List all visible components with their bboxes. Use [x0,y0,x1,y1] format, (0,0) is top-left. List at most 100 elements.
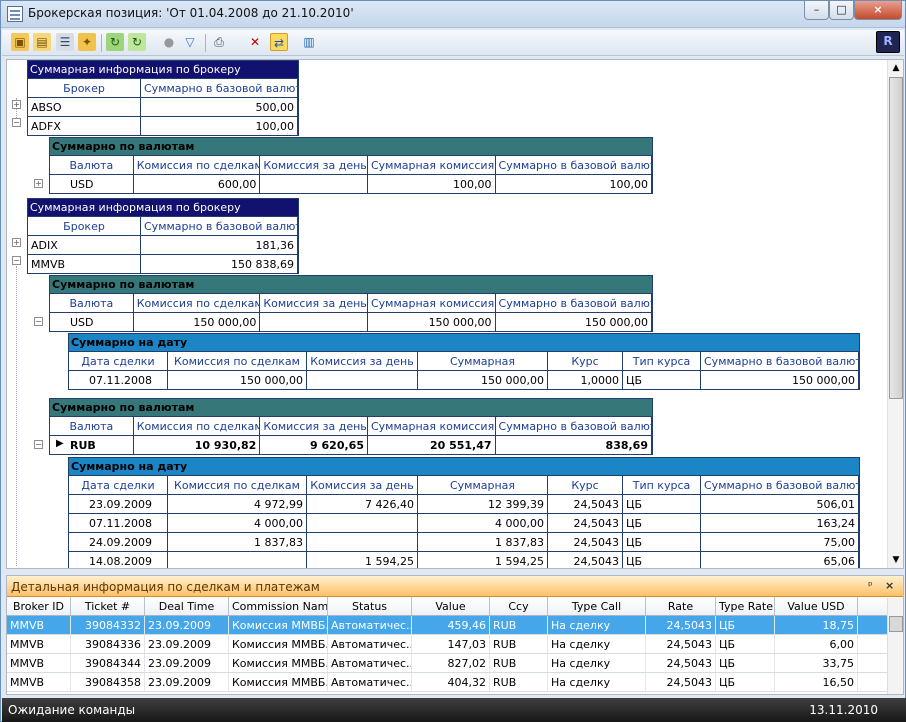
column-currency[interactable]: Валюта [50,417,134,435]
column-base-sum[interactable]: Суммарно в базовой валюте [701,476,859,494]
column-rate[interactable]: Курс [548,352,623,370]
column-type-call[interactable]: Type Call [548,597,646,615]
column-total-commission[interactable]: Суммарная комиссия [368,417,496,435]
detail-vertical-scrollbar[interactable] [887,598,903,694]
main-window: Брокерская позиция: 'От 01.04.2008 до 21… [0,0,906,722]
currency-summary-title: Суммарно по валютам [50,138,652,155]
date-row[interactable]: 14.08.2009 1 594,25 1 594,25 24,5043 ЦБ 65,06 [69,551,859,568]
main-vertical-scrollbar[interactable]: ▲ ▼ [887,60,903,568]
close-button[interactable]: × [854,1,902,20]
column-deal-date[interactable]: Дата сделки [69,352,168,370]
detail-row[interactable]: MMVB 39084344 23.09.2009 Комиссия ММВБ... Ав… [7,654,903,673]
column-base-currency[interactable]: Суммарно в базовой валюте [496,156,652,174]
expand-icon[interactable]: + [34,179,43,188]
collapse-icon[interactable]: − [34,317,43,326]
column-broker-id[interactable]: Broker ID [7,597,71,615]
scroll-thumb[interactable] [889,616,903,632]
currency-summary-title: Суммарно по валютам [50,399,652,416]
column-trade-commission[interactable]: Комиссия по сделкам [168,476,307,494]
clear-filter-icon[interactable]: ✕ [246,33,264,51]
column-deal-time[interactable]: Deal Time [145,597,229,615]
broker-row-abso[interactable]: ABSO 500,00 [28,97,298,116]
group-icon[interactable]: ⇄ [270,33,288,51]
app-grid-icon [7,6,23,22]
R-icon[interactable]: R [876,31,900,53]
broker-row-adfx[interactable]: ADFX 100,00 [28,116,298,135]
expand-icon[interactable]: + [12,100,21,109]
stop-icon[interactable]: ● [160,33,178,51]
column-base-sum[interactable]: Суммарно в базовой валюте [701,352,859,370]
column-broker[interactable]: Брокер [28,217,141,235]
column-value[interactable]: Value [412,597,490,615]
detail-row[interactable]: MMVB 39084358 23.09.2009 Комиссия ММВБ... Ав… [7,673,903,692]
refresh-dropdown-icon[interactable]: ↻ [128,33,146,51]
date-row[interactable]: 07.11.2008 4 000,00 4 000,00 24,5043 ЦБ 163,2… [69,513,859,532]
column-status[interactable]: Status [328,597,412,615]
column-day-commission[interactable]: Комиссия за день [307,352,418,370]
column-day-commission[interactable]: Комиссия за день [260,417,368,435]
currency-row-usd[interactable]: USD 600,00 100,00 100,00 [50,174,652,193]
column-day-commission[interactable]: Комиссия за день [307,476,418,494]
broker-row-mmvb[interactable]: MMVB 150 838,69 [28,254,298,273]
minimize-button[interactable]: – [804,1,829,20]
column-base-sum[interactable]: Суммарно в базовой валюте [141,217,298,235]
column-base-currency[interactable]: Суммарно в базовой валюте [496,417,652,435]
broker-summary-title: Суммарная информация по брокеру [28,61,298,78]
column-trade-commission[interactable]: Комиссия по сделкам [134,294,261,312]
column-rate[interactable]: Курс [548,476,623,494]
detail-title: Детальная информация по сделкам и платеж… [7,576,903,597]
date-row[interactable]: 23.09.2009 4 972,99 7 426,40 12 399,39 24,50… [69,494,859,513]
filter-icon[interactable]: ▽ [181,33,199,51]
currency-row-rub[interactable]: RUB 10 930,82 9 620,65 20 551,47 838,69 [50,435,652,454]
column-total[interactable]: Суммарная [418,476,548,494]
column-base-currency[interactable]: Суммарно в базовой валюте [496,294,652,312]
folder-star-icon[interactable]: ✦ [78,33,96,51]
refresh-icon[interactable]: ↻ [106,33,124,51]
collapse-icon[interactable]: − [12,118,21,127]
column-type-rate[interactable]: Type Rate [716,597,775,615]
column-currency[interactable]: Валюта [50,156,134,174]
column-trade-commission[interactable]: Комиссия по сделкам [134,156,261,174]
collapse-icon[interactable]: − [34,440,43,449]
status-bar: Ожидание команды 13.11.2010 [2,698,906,722]
column-day-commission[interactable]: Комиссия за день [260,156,368,174]
date-row[interactable]: 24.09.2009 1 837,83 1 837,83 24,5043 ЦБ 75,00 [69,532,859,551]
pin-icon[interactable]: ᵖ [868,579,873,592]
column-rate[interactable]: Rate [646,597,716,615]
detail-row-selected[interactable]: MMVB 39084332 23.09.2009 Комиссия ММВБ... Ав… [7,616,903,635]
close-panel-icon[interactable]: × [885,579,894,592]
column-ccy[interactable]: Ccy [490,597,548,615]
column-deal-date[interactable]: Дата сделки [69,476,168,494]
column-trade-commission[interactable]: Комиссия по сделкам [134,417,261,435]
folder-icon[interactable]: ▤ [33,33,51,51]
column-currency[interactable]: Валюта [50,294,134,312]
scroll-down-icon[interactable]: ▼ [888,552,903,568]
column-base-sum[interactable]: Суммарно в базовой валюте [141,79,298,97]
toolbar-separator [101,34,102,52]
expand-icon[interactable]: + [12,238,21,247]
broker-row-adix[interactable]: ADIX 181,36 [28,235,298,254]
currency-row-usd[interactable]: USD 150 000,00 150 000,00 150 000,00 [50,312,652,331]
scroll-up-icon[interactable]: ▲ [888,60,903,76]
column-ticket[interactable]: Ticket # [71,597,145,615]
printer-icon[interactable]: ⎙ [210,33,228,51]
column-total-commission[interactable]: Суммарная комиссия [368,156,496,174]
date-row[interactable]: 07.11.2008 150 000,00 150 000,00 1,0000 ЦБ 15… [69,370,859,389]
print-preview-icon[interactable]: ☰ [56,33,74,51]
column-day-commission[interactable]: Комиссия за день [260,294,368,312]
column-value-usd[interactable]: Value USD [775,597,858,615]
column-total-commission[interactable]: Суммарная комиссия [368,294,496,312]
column-broker[interactable]: Брокер [28,79,141,97]
detail-row[interactable]: MMVB 39084336 23.09.2009 Комиссия ММВБ... Ав… [7,635,903,654]
column-rate-type[interactable]: Тип курса [623,352,701,370]
column-total[interactable]: Суммарная [418,352,548,370]
column-trade-commission[interactable]: Комиссия по сделкам [168,352,307,370]
date-summary-band: Суммарно на дату Дата сделки Комиссия по … [68,333,860,390]
folder-open-icon[interactable]: ▣ [11,33,29,51]
collapse-icon[interactable]: − [12,256,21,265]
scroll-thumb[interactable] [889,77,903,399]
column-commission-name[interactable]: Commission Name [229,597,328,615]
export-icon[interactable]: ▥ [300,33,318,51]
maximize-button[interactable]: □ [829,1,854,20]
column-rate-type[interactable]: Тип курса [623,476,701,494]
